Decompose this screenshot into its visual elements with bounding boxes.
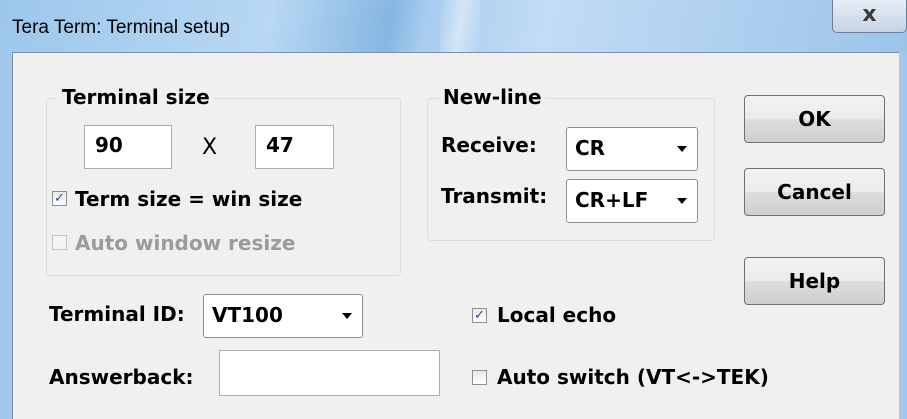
chevron-down-icon [342, 313, 352, 319]
receive-label: Receive: [441, 133, 537, 157]
terminal-setup-dialog: Tera Term: Terminal setup x Terminal siz… [0, 0, 907, 419]
terminal-id-select-value: VT100 [212, 303, 283, 327]
terminal-width-input[interactable]: 90 [84, 125, 172, 169]
close-button[interactable]: x [832, 0, 907, 33]
terminal-size-group-label: Terminal size [58, 85, 214, 109]
checkmark-icon: ✓ [474, 308, 485, 323]
chevron-down-icon [677, 146, 687, 152]
title-bar-glare [440, 0, 480, 52]
help-button[interactable]: Help [744, 257, 885, 305]
window-frame-left [0, 52, 12, 419]
window-frame-right [899, 52, 907, 419]
checkmark-icon: ✓ [54, 191, 65, 206]
local-echo-checkbox[interactable]: ✓ [472, 308, 487, 323]
terminal-height-input[interactable]: 47 [255, 125, 334, 169]
local-echo-label[interactable]: Local echo [497, 303, 616, 327]
terminal-id-select[interactable]: VT100 [203, 294, 363, 338]
close-icon: x [862, 2, 877, 27]
auto-switch-checkbox[interactable] [472, 370, 487, 385]
answerback-input[interactable] [219, 350, 440, 396]
cancel-button[interactable]: Cancel [744, 168, 885, 216]
transmit-select-value: CR+LF [575, 188, 649, 212]
ok-button[interactable]: OK [744, 95, 885, 143]
size-separator: X [202, 135, 218, 160]
title-bar[interactable]: Tera Term: Terminal setup x [0, 0, 907, 52]
window-title: Tera Term: Terminal setup [12, 17, 230, 38]
transmit-label: Transmit: [441, 184, 548, 208]
auto-window-resize-label[interactable]: Auto window resize [75, 231, 295, 255]
receive-select[interactable]: CR [566, 127, 698, 171]
terminal-id-label: Terminal ID: [49, 302, 185, 326]
term-size-win-size-label[interactable]: Term size = win size [75, 187, 302, 211]
term-size-win-size-checkbox[interactable]: ✓ [52, 191, 67, 206]
transmit-select[interactable]: CR+LF [566, 179, 698, 223]
dialog-client-area: Terminal size 90 X 47 ✓ Term size = win … [12, 52, 899, 419]
new-line-group-label: New-line [439, 85, 546, 109]
answerback-label: Answerback: [49, 365, 194, 389]
auto-switch-label[interactable]: Auto switch (VT<->TEK) [497, 365, 769, 389]
receive-select-value: CR [575, 136, 606, 160]
auto-window-resize-checkbox[interactable] [52, 235, 67, 250]
chevron-down-icon [677, 198, 687, 204]
